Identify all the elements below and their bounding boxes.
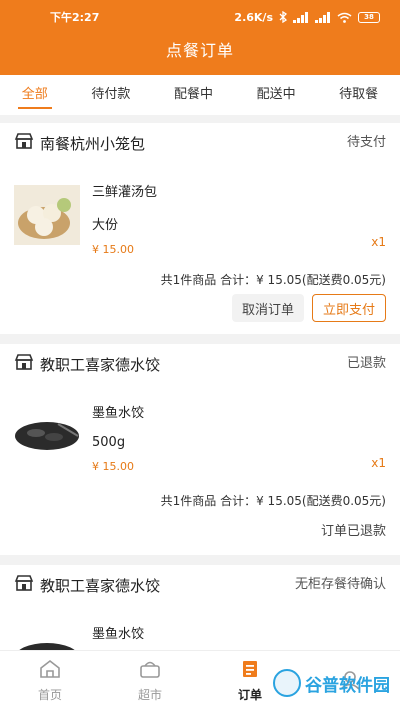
- item-quantity: x1: [371, 235, 386, 249]
- nav-label: 首页: [37, 688, 62, 702]
- order-card[interactable]: 教职工喜家德水饺 已退款 墨鱼水饺 500g ¥ 15.00 x1 共1件商品 …: [0, 344, 400, 555]
- network-speed: 2.6K/s: [234, 10, 273, 24]
- nav-label: 超市: [137, 688, 162, 702]
- page-title: 点餐订单: [165, 41, 234, 60]
- home-icon: [39, 659, 61, 682]
- order-item[interactable]: 三鲜灌汤包 大份 ¥ 15.00 x1: [14, 163, 386, 265]
- app-header: 下午2:27 2.6K/s 38 点餐订单: [0, 0, 400, 75]
- item-price: ¥ 15.00: [92, 243, 134, 256]
- order-icon: [240, 659, 260, 682]
- store-icon: [14, 574, 34, 596]
- signal-icon: [293, 11, 309, 23]
- store-icon: [14, 132, 34, 154]
- order-status: 已退款: [346, 356, 386, 371]
- tab-pending-payment[interactable]: 待付款: [87, 75, 134, 115]
- food-image: [14, 406, 80, 466]
- tab-pickup[interactable]: 待取餐: [335, 75, 382, 115]
- basket-icon: [139, 659, 161, 682]
- item-spec: 大份: [92, 218, 119, 233]
- store-name[interactable]: 教职工喜家德水饺: [40, 354, 160, 375]
- order-list: 南餐杭州小笼包 待支付 三鲜灌汤包 大份 ¥ 15.00 x1 共1件商品 合计…: [0, 123, 400, 711]
- order-card[interactable]: 南餐杭州小笼包 待支付 三鲜灌汤包 大份 ¥ 15.00 x1 共1件商品 合计…: [0, 123, 400, 334]
- order-status: 待支付: [346, 135, 386, 150]
- order-status: 无柜存餐待确认: [294, 577, 386, 592]
- order-total: 共1件商品 合计：¥ 15.05(配送费0.05元): [160, 494, 386, 508]
- tab-preparing[interactable]: 配餐中: [170, 75, 217, 115]
- nav-label: 订单: [237, 688, 262, 702]
- store-name[interactable]: 南餐杭州小笼包: [40, 133, 145, 154]
- item-name: 墨鱼水饺: [92, 406, 145, 421]
- watermark-text: 谷普软件园: [305, 675, 390, 696]
- tab-delivering[interactable]: 配送中: [253, 75, 300, 115]
- nav-home[interactable]: 首页: [0, 651, 100, 711]
- signal-2-icon: [315, 11, 331, 23]
- status-bar: 下午2:27 2.6K/s 38: [0, 0, 400, 34]
- cancel-order-button[interactable]: 取消订单: [231, 294, 304, 322]
- refund-status-text: 订单已退款: [320, 523, 386, 539]
- order-total: 共1件商品 合计：¥ 15.05(配送费0.05元): [160, 273, 386, 287]
- battery-icon: 38: [358, 11, 380, 23]
- item-name: 三鲜灌汤包: [92, 185, 158, 200]
- tab-all[interactable]: 全部: [17, 75, 52, 115]
- order-item[interactable]: 墨鱼水饺 500g ¥ 15.00 x1: [14, 384, 386, 486]
- status-time: 下午2:27: [50, 11, 100, 24]
- order-tabs: 全部 待付款 配餐中 配送中 待取餐: [0, 75, 400, 115]
- food-image: [14, 185, 80, 245]
- watermark-logo: 谷普软件园: [273, 669, 390, 697]
- bluetooth-icon: [279, 11, 287, 23]
- wifi-icon: [337, 12, 352, 23]
- item-name: 墨鱼水饺: [92, 627, 145, 642]
- bottom-nav: 首页 超市 订单 谷普软件园: [0, 650, 400, 711]
- store-name[interactable]: 教职工喜家德水饺: [40, 575, 160, 596]
- nav-supermarket[interactable]: 超市: [100, 651, 200, 711]
- item-quantity: x1: [371, 456, 386, 470]
- item-price: ¥ 15.00: [92, 460, 134, 473]
- pay-now-button[interactable]: 立即支付: [311, 294, 386, 322]
- watermark-icon: [273, 669, 301, 697]
- store-icon: [14, 353, 34, 375]
- item-spec: 500g: [92, 435, 126, 450]
- status-icons: 2.6K/s 38: [234, 11, 380, 24]
